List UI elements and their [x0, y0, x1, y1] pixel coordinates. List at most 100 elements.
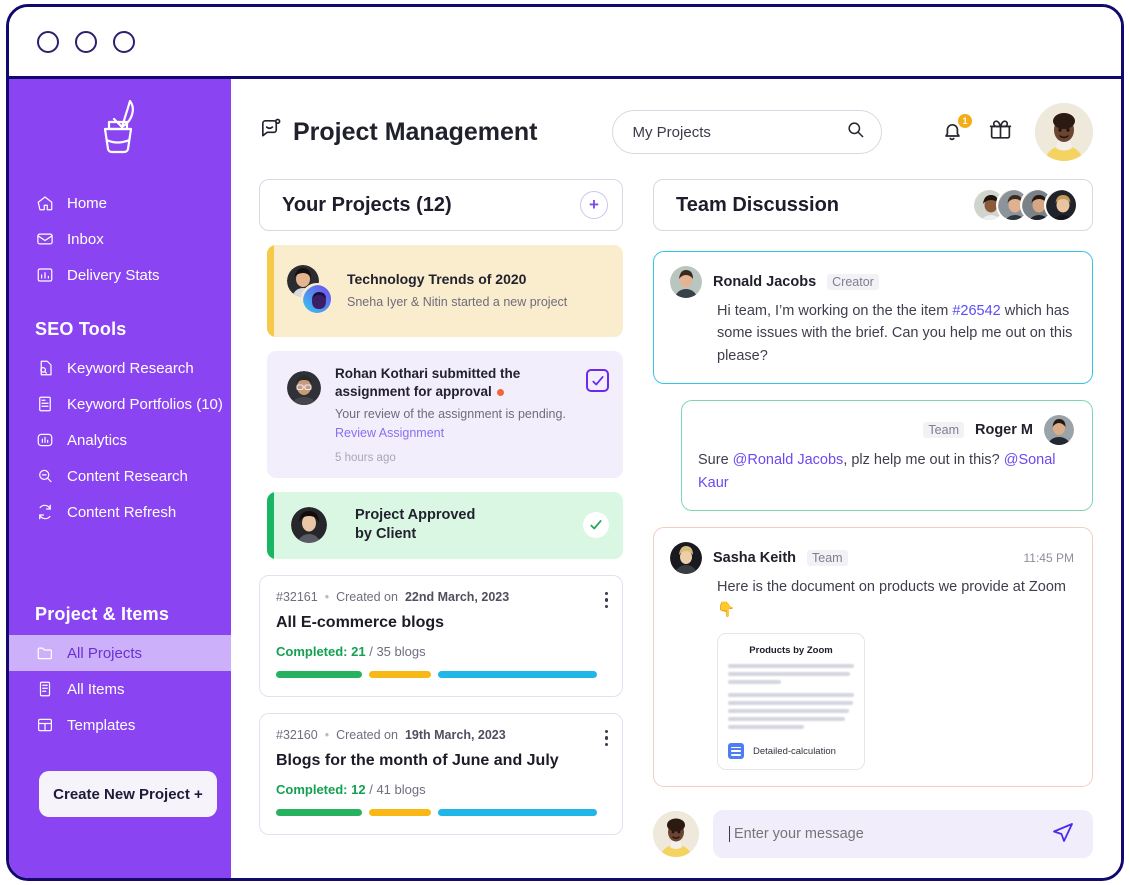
avatar — [670, 266, 702, 298]
sidebar-item-home[interactable]: Home — [9, 185, 231, 221]
analytics-icon — [35, 430, 55, 450]
notifications-button[interactable]: 1 — [940, 113, 973, 145]
project-card[interactable]: #32160 • Created on 19th March, 2023 Blo… — [259, 712, 623, 835]
sidebar-item-inbox[interactable]: Inbox — [9, 221, 231, 257]
sidebar-item-content-refresh[interactable]: Content Refresh — [9, 494, 231, 530]
document-icon — [728, 743, 744, 760]
create-new-project-button[interactable]: Create New Project + — [39, 771, 217, 817]
home-icon — [35, 193, 55, 213]
avatar — [1044, 188, 1078, 222]
message-text: Hi team, I’m working on the the item #26… — [670, 300, 1074, 367]
search-icon[interactable] — [846, 120, 865, 144]
sidebar-item-label: Templates — [67, 716, 136, 734]
attachment-card[interactable]: Products by Zoom Detailed-calculation — [717, 633, 865, 771]
project-meta: #32160 • Created on 19th March, 2023 — [276, 728, 606, 742]
project-id: #32161 — [276, 589, 318, 604]
accent-bar — [267, 245, 274, 337]
created-label: Created on — [336, 589, 398, 604]
sidebar-item-label: Delivery Stats — [67, 266, 160, 284]
sidebar-item-analytics[interactable]: Analytics — [9, 422, 231, 458]
send-icon — [1053, 822, 1073, 842]
kebab-menu-icon[interactable] — [604, 591, 608, 609]
notification-title: Rohan Kothari submitted the assignment f… — [335, 365, 572, 401]
send-button[interactable] — [1051, 820, 1075, 849]
sidebar-item-templates[interactable]: Templates — [9, 707, 231, 743]
sidebar-item-keyword-portfolios[interactable]: Keyword Portfolios (10) — [9, 386, 231, 422]
chat-message[interactable]: Sasha Keith Team 11:45 PM Here is the do… — [653, 527, 1093, 788]
checkbox-icon[interactable] — [586, 369, 609, 392]
close-dot[interactable] — [113, 30, 135, 53]
project-card[interactable]: #32161 • Created on 22nd March, 2023 All… — [259, 574, 623, 697]
message-input-box[interactable] — [713, 810, 1093, 858]
message-text: Sure @Ronald Jacobs, plz help me out in … — [698, 449, 1074, 494]
app-logo — [9, 97, 231, 159]
app-window: Home Inbox Delivery Stats SEO Tools Keyw… — [6, 4, 1124, 881]
feather-inkpot-logo-icon — [103, 99, 134, 154]
notification-approval-pending[interactable]: Rohan Kothari submitted the assignment f… — [267, 351, 623, 478]
accent-bar — [267, 491, 274, 559]
discussion-column: Team Discussion Ronald Jacobs Creator Hi… — [653, 179, 1093, 878]
sidebar-section-project-items: Project & Items — [35, 604, 170, 624]
avatar-pair — [287, 265, 333, 317]
notification-title: Technology Trends of 2020 — [347, 271, 527, 288]
topbar: Project Management 1 — [259, 101, 1093, 163]
notification-badge: 1 — [957, 113, 973, 129]
attachment-footer: Detailed-calculation — [728, 743, 854, 760]
progress-segment-green — [276, 670, 362, 678]
created-date: 22nd March, 2023 — [404, 589, 510, 604]
bar-chart-icon — [35, 265, 55, 285]
sidebar-item-delivery-stats[interactable]: Delivery Stats — [9, 257, 231, 293]
magnifier-icon — [35, 466, 55, 486]
project-name: All E-commerce blogs — [276, 613, 445, 631]
sidebar-item-label: Keyword Research — [67, 359, 194, 377]
sidebar-section-seo-tools: SEO Tools — [35, 319, 127, 339]
avatar-image — [1035, 103, 1093, 161]
notification-project-approved[interactable]: Project Approved by Client — [267, 491, 623, 559]
message-text-part2: , plz help me out in this? — [843, 452, 1004, 469]
message-author: Sasha Keith — [713, 550, 796, 567]
message-text-part1: Hi team, I’m working on the the item — [717, 303, 953, 319]
message-input[interactable] — [729, 826, 1051, 842]
your-projects-title: Your Projects (12) — [282, 193, 452, 216]
sidebar-item-content-research[interactable]: Content Research — [9, 458, 231, 494]
search-box[interactable] — [611, 110, 882, 154]
user-avatar[interactable] — [1035, 103, 1093, 161]
progress-segment-yellow — [368, 808, 432, 816]
message-header: Team Roger M — [698, 415, 1074, 446]
sidebar-item-keyword-research[interactable]: Keyword Research — [9, 350, 231, 386]
notification-title-text: Rohan Kothari submitted the assignment f… — [335, 366, 521, 400]
envelope-icon — [35, 229, 55, 249]
notification-text-block: Technology Trends of 2020 Sneha Iyer & N… — [347, 270, 567, 311]
avatar — [670, 542, 702, 575]
notification-title-line1: Project Approved — [355, 506, 476, 523]
search-input[interactable] — [632, 123, 846, 141]
list-icon — [35, 679, 55, 699]
notification-new-project[interactable]: Technology Trends of 2020 Sneha Iyer & N… — [267, 245, 623, 337]
progress-segment-green — [276, 808, 362, 816]
review-assignment-link[interactable]: Review Assignment — [335, 426, 444, 440]
sidebar-item-all-projects[interactable]: All Projects — [9, 635, 231, 671]
project-progress-label: Completed: 21 / 35 blogs — [276, 644, 606, 659]
sidebar-item-all-items[interactable]: All Items — [9, 671, 231, 707]
item-link[interactable]: #26542 — [952, 303, 1000, 319]
notification-text-block: Rohan Kothari submitted the assignment f… — [335, 365, 572, 464]
attachment-title: Products by Zoom — [749, 645, 833, 657]
gift-icon — [989, 120, 1012, 139]
mention-ronald-jacobs[interactable]: @Ronald Jacobs — [733, 452, 844, 468]
template-icon — [35, 715, 55, 735]
maximize-dot[interactable] — [75, 30, 97, 53]
member-avatar-stack[interactable] — [972, 188, 1078, 222]
kebab-menu-icon[interactable] — [604, 729, 608, 747]
unread-dot — [496, 389, 504, 397]
avatar — [1044, 415, 1074, 446]
progress-segment-yellow — [368, 670, 432, 678]
chat-message[interactable]: Ronald Jacobs Creator Hi team, I’m worki… — [653, 251, 1093, 385]
team-discussion-title: Team Discussion — [676, 193, 840, 216]
gift-button[interactable] — [988, 117, 1013, 147]
chat-message[interactable]: Team Roger M Sure @Ronald Jacobs, plz he… — [681, 400, 1093, 512]
page-title: Project Management — [259, 117, 538, 147]
minimize-dot[interactable] — [37, 30, 59, 53]
chat-messages: Ronald Jacobs Creator Hi team, I’m worki… — [653, 235, 1093, 794]
progress-bars — [276, 670, 606, 678]
add-project-button[interactable]: + — [580, 191, 608, 219]
